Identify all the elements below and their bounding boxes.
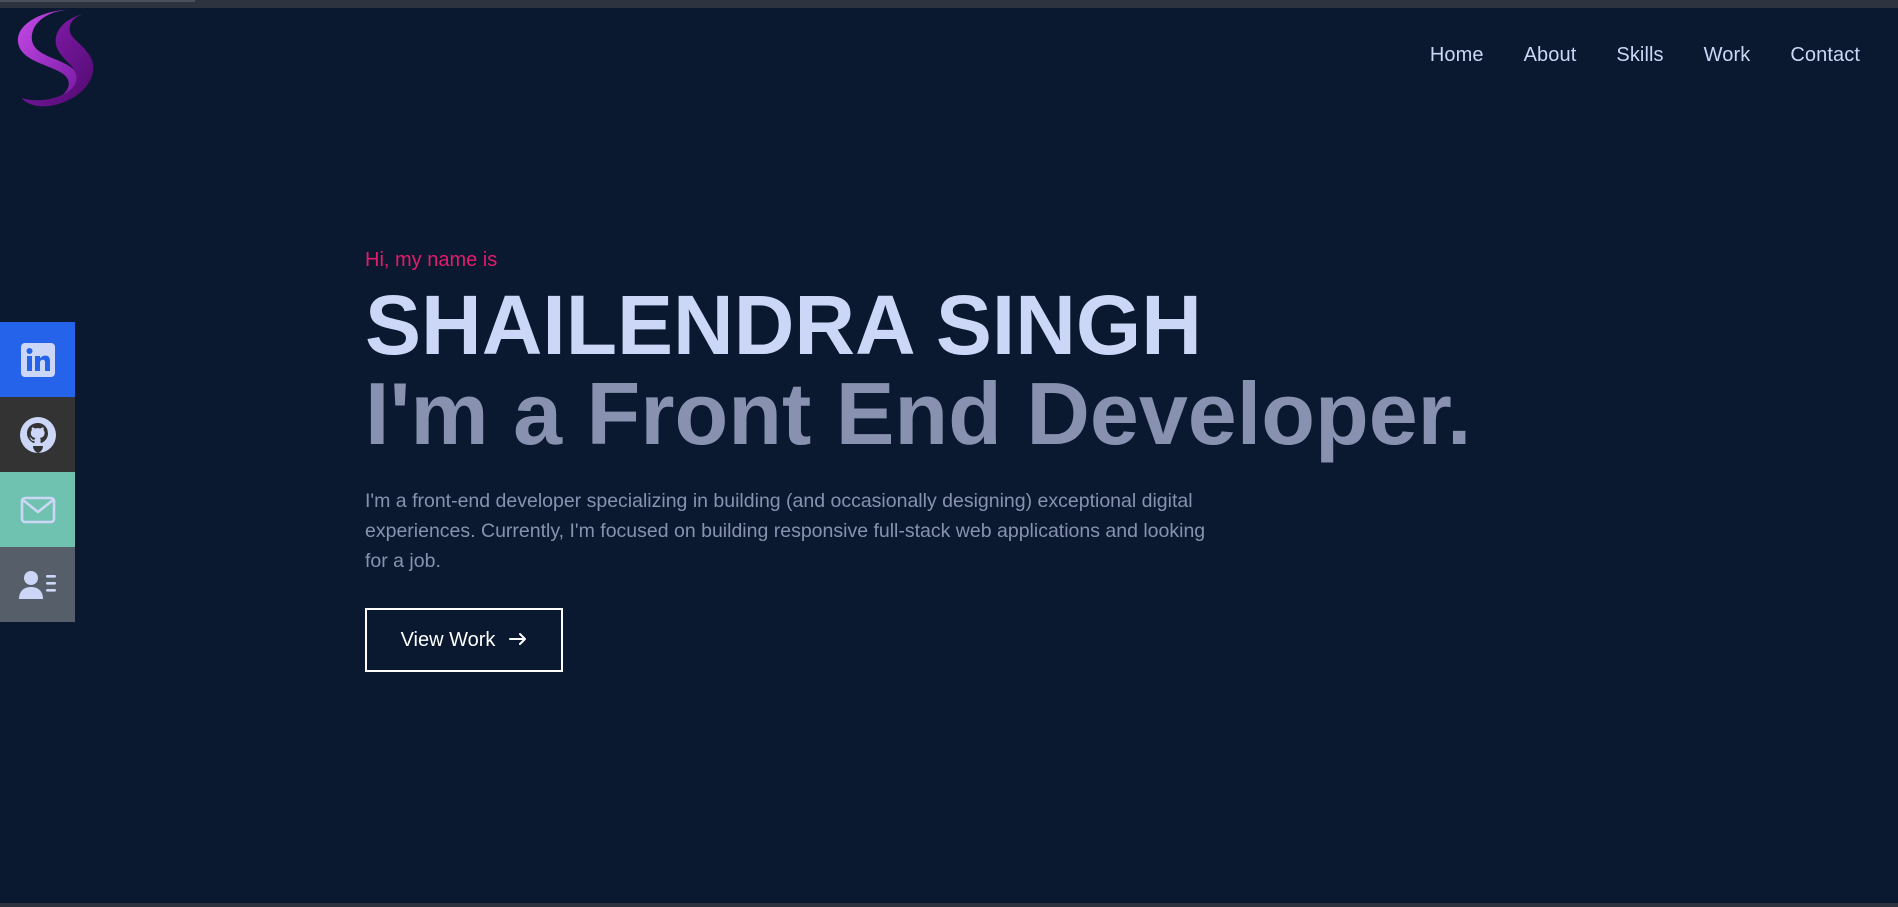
github-icon xyxy=(19,416,56,453)
linkedin-button[interactable] xyxy=(0,322,75,397)
hero-section: Hi, my name is SHAILENDRA SINGH I'm a Fr… xyxy=(365,248,1472,672)
nav-link-about[interactable]: About xyxy=(1524,44,1577,67)
resume-button[interactable] xyxy=(0,547,75,622)
linkedin-icon xyxy=(20,342,55,377)
email-button[interactable] xyxy=(0,472,75,547)
arrow-right-icon xyxy=(509,629,527,652)
nav-link-work[interactable]: Work xyxy=(1704,44,1751,67)
view-work-button[interactable]: View Work xyxy=(365,608,563,672)
browser-tab-indicator xyxy=(0,0,195,2)
hero-greeting: Hi, my name is xyxy=(365,249,498,271)
browser-top-strip xyxy=(0,0,1898,8)
portfolio-page: Home About Skills Work Contact Hi, my na… xyxy=(0,0,1898,907)
hero-intro: I'm a front-end developer specializing i… xyxy=(365,490,1206,572)
view-work-label: View Work xyxy=(400,628,496,651)
hero-name: SHAILENDRA SINGH xyxy=(365,278,1202,372)
nav-link-contact[interactable]: Contact xyxy=(1790,44,1860,67)
nav-link-home[interactable]: Home xyxy=(1430,44,1484,67)
nav-link-skills[interactable]: Skills xyxy=(1616,44,1663,67)
social-sidebar xyxy=(0,322,75,622)
main-navigation: Home About Skills Work Contact xyxy=(1430,44,1860,67)
s-monogram-logo-icon[interactable] xyxy=(14,6,100,110)
browser-bottom-strip xyxy=(0,903,1898,907)
hero-tagline: I'm a Front End Developer. xyxy=(365,364,1472,463)
mail-icon xyxy=(20,496,55,523)
github-button[interactable] xyxy=(0,397,75,472)
resume-contact-card-icon xyxy=(18,570,56,599)
